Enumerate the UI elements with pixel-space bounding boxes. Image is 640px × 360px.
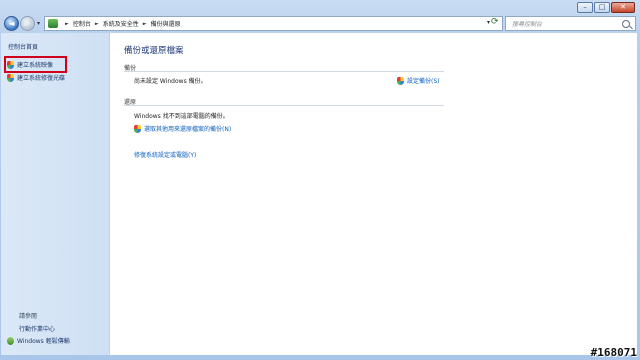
sidebar-item-easy-transfer[interactable]: Windows 輕鬆傳輸	[7, 336, 70, 345]
sidebar-item-create-system-image[interactable]: 建立系統映像	[7, 60, 53, 69]
maximize-button[interactable]: □	[594, 2, 610, 13]
breadcrumb-separator-icon[interactable]: ►	[65, 21, 69, 27]
address-dropdown-icon[interactable]: ▾	[487, 19, 490, 26]
sidebar-home-link[interactable]: 控制台首頁	[8, 42, 38, 51]
restore-status: Windows 找不到這部電腦的備份。	[134, 113, 229, 120]
breadcrumb-system-security[interactable]: 系統及安全性	[103, 19, 139, 28]
sidebar: 控制台首頁 建立系統映像 建立系統修復光碟 請參閱 行動作業中心 Windows…	[1, 33, 110, 355]
shield-icon	[397, 76, 404, 85]
search-box[interactable]: 搜尋控制台	[505, 16, 636, 31]
recover-system-link[interactable]: 修復系統設定或電腦(Y)	[134, 150, 196, 159]
shield-icon	[134, 124, 141, 133]
setup-backup-link[interactable]: 設定備份(S)	[397, 76, 440, 85]
sidebar-item-label: 建立系統修復光碟	[17, 75, 66, 82]
sidebar-item-action-center[interactable]: 行動作業中心	[19, 324, 55, 333]
minimize-button[interactable]: –	[577, 2, 593, 13]
shield-icon	[7, 73, 14, 82]
sidebar-item-create-repair-disc[interactable]: 建立系統修復光碟	[7, 73, 65, 82]
breadcrumb-backup-restore[interactable]: 備份與還原	[151, 19, 181, 28]
search-input[interactable]: 搜尋控制台	[512, 19, 622, 28]
search-icon[interactable]	[622, 19, 630, 28]
shield-icon	[7, 60, 14, 69]
recent-pages-dropdown-icon[interactable]: ▾	[37, 20, 40, 27]
easy-transfer-icon	[7, 336, 14, 345]
select-other-backup-link[interactable]: 選取其他用來還原檔案的備份(N)	[134, 124, 231, 133]
select-other-backup-label: 選取其他用來還原檔案的備份(N)	[144, 126, 232, 133]
page-title: 備份或還原檔案	[124, 46, 184, 56]
backup-divider	[124, 71, 444, 72]
explorer-window: – □ ✕ ◄ ► ▾ ► 控制台 ► 系統及安全性 ► 備份與還原 ▾ ⟳ 搜…	[0, 0, 640, 360]
sidebar-item-label: 建立系統映像	[17, 62, 54, 69]
window-controls: – □ ✕	[577, 2, 635, 13]
sidebar-item-label: Windows 輕鬆傳輸	[17, 338, 70, 345]
backup-status: 尚未設定 Windows 備份。	[134, 78, 207, 85]
watermark-text: #168071	[590, 346, 637, 359]
see-also-heading: 請參閱	[19, 313, 38, 320]
control-panel-icon	[48, 19, 58, 28]
breadcrumb-separator-icon[interactable]: ►	[95, 21, 99, 27]
address-bar[interactable]: ► 控制台 ► 系統及安全性 ► 備份與還原 ▾	[44, 16, 503, 31]
close-button[interactable]: ✕	[611, 2, 635, 13]
restore-divider	[124, 105, 444, 106]
navigation-buttons: ◄ ► ▾	[4, 16, 42, 31]
refresh-icon[interactable]: ⟳	[491, 17, 499, 27]
main-content: 備份或還原檔案 備份 尚未設定 Windows 備份。 設定備份(S) 還原 W…	[110, 33, 637, 355]
breadcrumb-separator-icon[interactable]: ►	[143, 21, 147, 27]
setup-backup-label: 設定備份(S)	[407, 78, 440, 85]
breadcrumb-control-panel[interactable]: 控制台	[73, 19, 91, 28]
back-button[interactable]: ◄	[4, 16, 19, 31]
forward-button[interactable]: ►	[20, 16, 35, 31]
